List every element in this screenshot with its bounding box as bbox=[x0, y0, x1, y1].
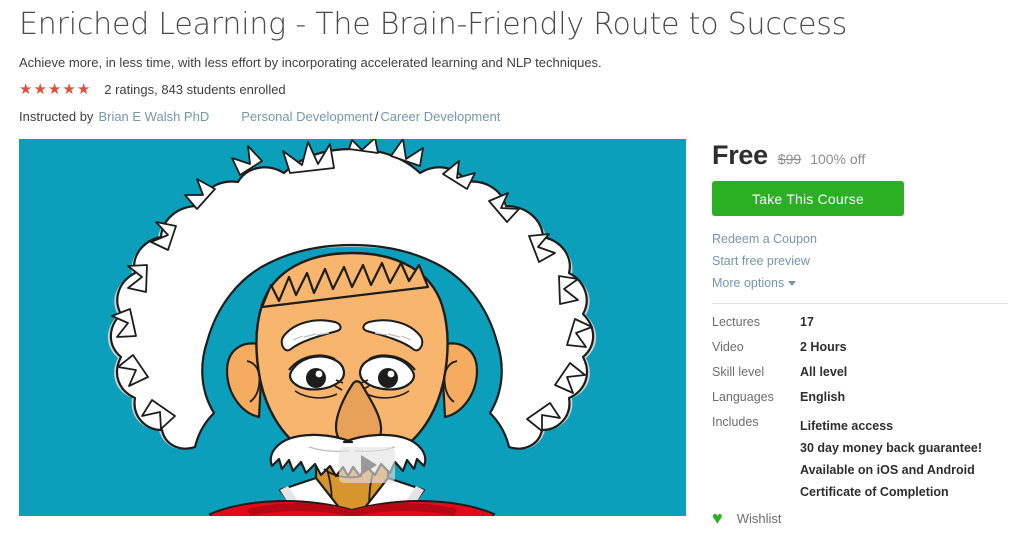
more-options-label: More options bbox=[712, 276, 785, 290]
meta-label-video: Video bbox=[712, 340, 744, 354]
wishlist-label: Wishlist bbox=[736, 510, 782, 526]
meta-value-languages: English bbox=[800, 390, 846, 404]
table-row: Includes Lifetime access 30 day money ba… bbox=[712, 415, 982, 503]
category-secondary-link[interactable]: Career Development bbox=[380, 109, 500, 124]
table-row: Lectures 17 bbox=[712, 315, 982, 340]
play-icon bbox=[361, 455, 377, 475]
meta-value-video: 2 Hours bbox=[800, 340, 847, 354]
page-title: Enriched Learning - The Brain-Friendly R… bbox=[19, 7, 848, 42]
table-row: Video 2 Hours bbox=[712, 340, 982, 365]
includes-item: Lifetime access bbox=[800, 419, 894, 433]
page-header: Enriched Learning - The Brain-Friendly R… bbox=[0, 0, 1024, 127]
meta-value-lectures: 17 bbox=[800, 315, 814, 329]
redeem-coupon-link[interactable]: Redeem a Coupon bbox=[712, 228, 1012, 250]
star-rating: ★ ★ ★ ★ ★ bbox=[19, 82, 90, 97]
meta-label-skill-level: Skill level bbox=[712, 365, 765, 379]
star-icon: ★ bbox=[33, 80, 47, 98]
star-icon: ★ bbox=[76, 80, 91, 98]
purchase-sidebar: Free $99 100% off Take This Course Redee… bbox=[712, 140, 1012, 503]
course-meta-table: Lectures 17 Video 2 Hours Skill level Al… bbox=[712, 315, 982, 503]
meta-label-includes: Includes bbox=[712, 415, 759, 429]
meta-label-languages: Languages bbox=[712, 390, 774, 404]
includes-item: Available on iOS and Android bbox=[800, 463, 975, 477]
start-free-preview-link[interactable]: Start free preview bbox=[712, 250, 1012, 272]
divider bbox=[712, 303, 1008, 304]
instructed-by-label: Instructed by bbox=[19, 109, 94, 124]
chevron-down-icon bbox=[788, 281, 797, 287]
redeem-coupon-label: Redeem a Coupon bbox=[712, 232, 817, 246]
meta-label-lectures: Lectures bbox=[712, 315, 760, 329]
start-free-preview-label: Start free preview bbox=[712, 254, 810, 268]
course-subtitle: Achieve more, in less time, with less ef… bbox=[19, 55, 602, 70]
price-row: Free $99 100% off bbox=[712, 140, 1012, 170]
sidebar-links: Redeem a Coupon Start free preview More … bbox=[712, 228, 1012, 294]
current-price: Free bbox=[712, 140, 768, 170]
star-icon: ★ bbox=[62, 80, 76, 98]
original-price: $99 bbox=[777, 151, 802, 167]
meta-value-includes: Lifetime access 30 day money back guaran… bbox=[800, 415, 982, 503]
course-video-preview[interactable] bbox=[19, 139, 686, 516]
instructor-row: Instructed by Brian E Walsh PhD Personal… bbox=[19, 109, 1024, 127]
instructor-link[interactable]: Brian E Walsh PhD bbox=[98, 109, 209, 124]
take-this-course-button[interactable]: Take This Course bbox=[712, 181, 904, 216]
table-row: Skill level All level bbox=[712, 365, 982, 390]
rating-summary: 2 ratings, 843 students enrolled bbox=[104, 81, 286, 97]
includes-item: 30 day money back guarantee! bbox=[800, 441, 983, 455]
wishlist-button[interactable]: ♥ Wishlist bbox=[712, 509, 781, 527]
discount-badge: 100% off bbox=[810, 151, 866, 167]
table-row: Languages English bbox=[712, 390, 982, 415]
heart-icon: ♥ bbox=[712, 508, 723, 528]
star-icon: ★ bbox=[47, 80, 62, 98]
includes-item: Certificate of Completion bbox=[800, 485, 949, 499]
category-primary-link[interactable]: Personal Development bbox=[241, 109, 373, 124]
star-icon: ★ bbox=[19, 80, 33, 98]
rating-row: ★ ★ ★ ★ ★ 2 ratings, 843 students enroll… bbox=[19, 80, 1024, 98]
more-options-link[interactable]: More options bbox=[712, 272, 1012, 294]
meta-value-skill-level: All level bbox=[800, 365, 848, 379]
play-button[interactable] bbox=[339, 447, 395, 483]
breadcrumb: Personal Development / Career Development bbox=[241, 109, 500, 124]
